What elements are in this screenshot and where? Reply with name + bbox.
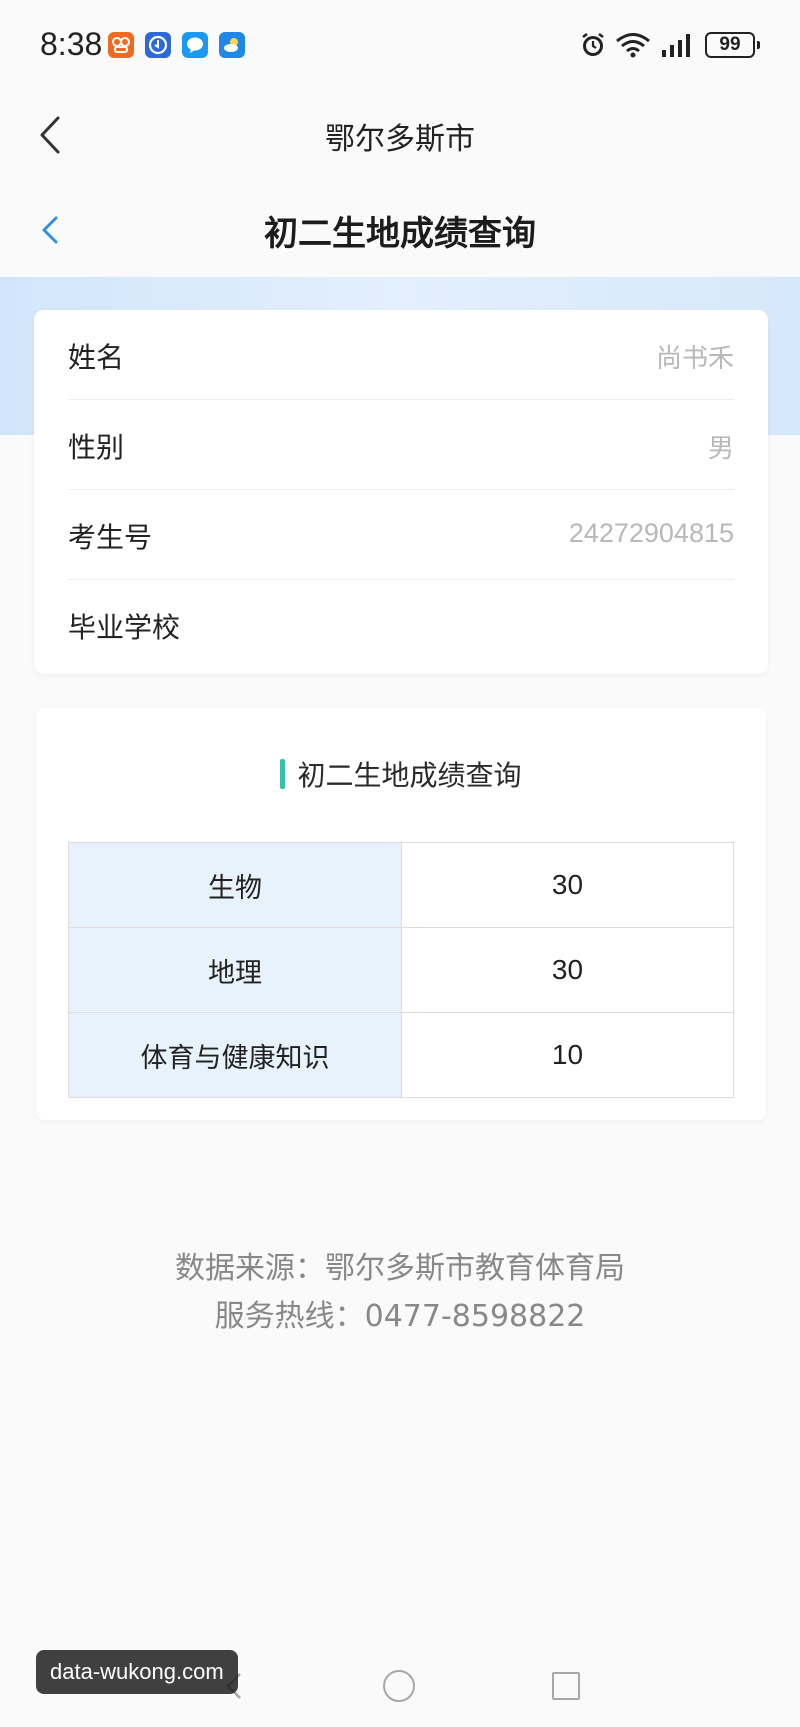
- subject-cell: 地理: [68, 927, 402, 1013]
- subject-cell: 体育与健康知识: [68, 1012, 402, 1098]
- score-cell: 30: [401, 842, 734, 928]
- inner-header: 初二生地成绩查询: [0, 182, 800, 277]
- table-row: 生物 30: [68, 842, 734, 928]
- weather-icon: [219, 32, 245, 58]
- data-source-text: 数据来源：鄂尔多斯市教育体育局: [175, 1251, 625, 1286]
- nav-home-icon[interactable]: [383, 1670, 415, 1702]
- watermark: data-wukong.com: [36, 1650, 238, 1694]
- assist-icon: [145, 32, 171, 58]
- subject-cell: 生物: [68, 842, 402, 928]
- info-row-gender: 性别 男: [68, 400, 734, 490]
- info-row-school: 毕业学校: [68, 580, 734, 670]
- info-value: 男: [707, 434, 734, 464]
- score-card: 初二生地成绩查询 生物 30 地理 30 体育与健康知识 10: [36, 708, 766, 1120]
- page-title: 初二生地成绩查询: [264, 214, 536, 254]
- outer-title: 鄂尔多斯市: [325, 122, 475, 157]
- chat-icon: [182, 32, 208, 58]
- info-label: 性别: [68, 431, 125, 464]
- signal-icon: [662, 34, 690, 57]
- info-label: 考生号: [68, 521, 153, 554]
- outer-header: 鄂尔多斯市: [0, 92, 800, 182]
- score-table: 生物 30 地理 30 体育与健康知识 10: [68, 842, 734, 1098]
- battery-icon: 99: [705, 32, 760, 58]
- info-label: 姓名: [68, 341, 125, 374]
- wifi-icon: [616, 33, 650, 58]
- student-info-card: 姓名 尚书禾 性别 男 考生号 24272904815 毕业学校: [34, 310, 768, 674]
- info-row-exam-number: 考生号 24272904815: [68, 490, 734, 580]
- footer: 数据来源：鄂尔多斯市教育体育局 服务热线：0477-8598822: [0, 1245, 800, 1341]
- alarm-icon: [582, 32, 604, 56]
- hotline-text[interactable]: 服务热线：0477-8598822: [0, 1293, 800, 1341]
- screen: 8:38 99 鄂尔多斯市 初二生地成绩查询 姓名 尚书禾 性别 男 考生号 2…: [0, 0, 800, 1727]
- info-label: 毕业学校: [68, 611, 181, 644]
- score-cell: 30: [401, 927, 734, 1013]
- jd-icon: [108, 32, 134, 58]
- nav-recent-apps-icon[interactable]: [552, 1672, 580, 1700]
- score-cell: 10: [401, 1012, 734, 1098]
- section-title: 初二生地成绩查询: [297, 759, 522, 792]
- table-row: 地理 30: [68, 927, 734, 1013]
- info-row-name: 姓名 尚书禾: [68, 310, 734, 400]
- status-time: 8:38: [40, 26, 103, 62]
- info-value: 尚书禾: [655, 344, 734, 374]
- section-accent-bar: [280, 759, 286, 789]
- table-row: 体育与健康知识 10: [68, 1012, 734, 1098]
- info-value: 24272904815: [568, 518, 734, 548]
- status-bar: 8:38 99: [0, 0, 800, 92]
- section-header: 初二生地成绩查询: [36, 754, 766, 794]
